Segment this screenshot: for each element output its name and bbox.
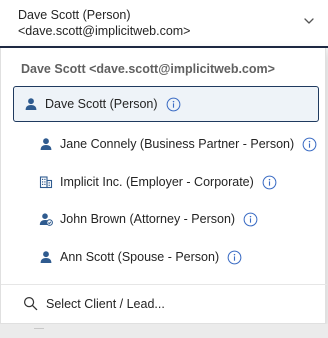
option-ann-scott[interactable]: Ann Scott (Spouse - Person) — [39, 239, 242, 275]
option-implicit-inc[interactable]: Implicit Inc. (Employer - Corporate) — [39, 164, 277, 200]
underlying-control — [34, 324, 44, 329]
info-icon[interactable] — [166, 97, 181, 112]
divider — [1, 284, 327, 285]
option-jane-connely[interactable]: Jane Connely (Business Partner - Person) — [39, 126, 317, 162]
underlying-page-strip — [0, 324, 328, 338]
option-label: Dave Scott (Person) — [45, 97, 158, 111]
dropdown-panel: Dave Scott <dave.scott@implicitweb.com> … — [0, 48, 327, 324]
person-badge-icon — [39, 213, 53, 226]
person-icon — [40, 251, 52, 263]
client-picker: Dave Scott (Person) <dave.scott@implicit… — [0, 0, 328, 338]
search-icon — [23, 296, 38, 311]
option-label: Jane Connely (Business Partner - Person) — [60, 137, 295, 151]
option-label: John Brown (Attorney - Person) — [60, 212, 236, 226]
option-label: Ann Scott (Spouse - Person) — [60, 250, 220, 264]
selected-client-field[interactable]: Dave Scott (Person) <dave.scott@implicit… — [0, 0, 328, 48]
selected-client-name: Dave Scott (Person) — [18, 8, 131, 22]
building-icon — [39, 176, 53, 189]
search-label: Select Client / Lead... — [46, 296, 165, 311]
select-client-search[interactable]: Select Client / Lead... — [23, 296, 165, 311]
group-header: Dave Scott <dave.scott@implicitweb.com> — [21, 62, 275, 76]
chevron-down-icon[interactable] — [302, 14, 316, 28]
option-john-brown[interactable]: John Brown (Attorney - Person) — [39, 201, 258, 237]
info-icon[interactable] — [262, 175, 277, 190]
option-dave-scott[interactable]: Dave Scott (Person) — [13, 86, 319, 122]
person-icon — [25, 98, 37, 110]
selected-client-email: <dave.scott@implicitweb.com> — [18, 24, 191, 38]
info-icon[interactable] — [227, 250, 242, 265]
person-icon — [40, 138, 52, 150]
option-label: Implicit Inc. (Employer - Corporate) — [60, 175, 254, 189]
info-icon[interactable] — [243, 212, 258, 227]
info-icon[interactable] — [302, 137, 317, 152]
